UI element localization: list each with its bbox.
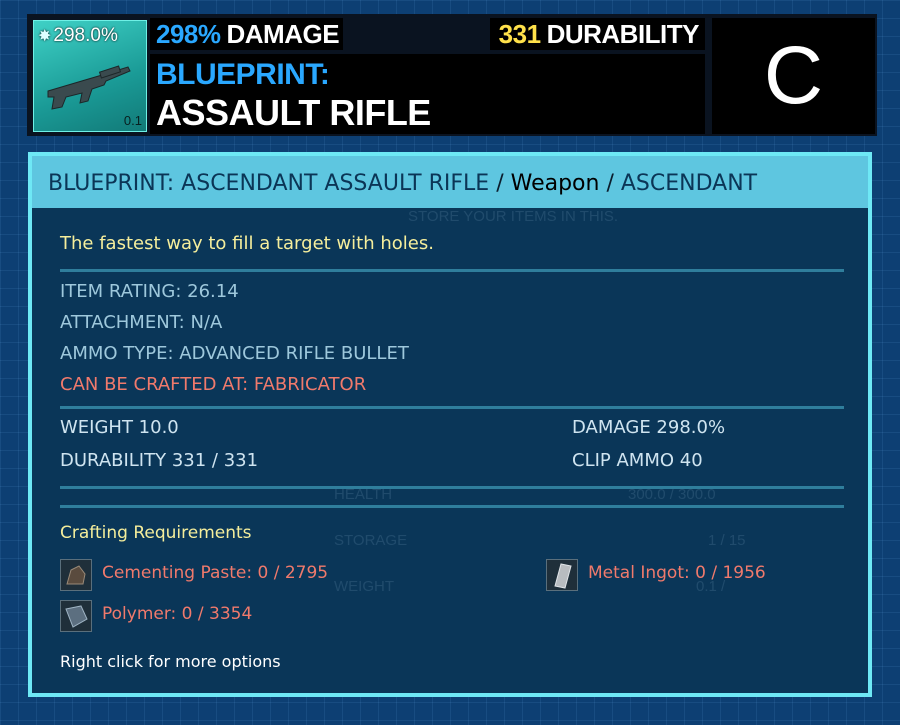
- attachment-stat: ATTACHMENT: N/A: [60, 312, 223, 333]
- item-tooltip-panel: BLUEPRINT: ASCENDANT ASSAULT RIFLE / Wea…: [28, 152, 872, 697]
- requirement-label: Cementing Paste: 0 / 2795: [102, 563, 329, 583]
- divider: [60, 406, 844, 409]
- damage-label: DAMAGE: [226, 19, 340, 49]
- durability-label: DURABILITY: [546, 19, 700, 49]
- cementing-paste-icon: [60, 559, 92, 591]
- requirement-polymer: Polymer: 0 / 3354: [60, 600, 380, 634]
- header-separator: /: [489, 171, 511, 196]
- item-name: ASSAULT RIFLE: [156, 92, 431, 133]
- ghost-storage: STORAGE: [334, 532, 408, 549]
- crafting-requirements-title: Crafting Requirements: [60, 523, 252, 543]
- starburst-icon: ✸: [38, 28, 52, 45]
- item-thumbnail[interactable]: ✸ 298.0% 0.1: [33, 20, 147, 132]
- ghost-store-text: STORE YOUR ITEMS IN THIS.: [408, 208, 619, 225]
- item-title-block: BLUEPRINT: ASSAULT RIFLE: [150, 54, 705, 134]
- panel-header-title: BLUEPRINT: ASCENDANT ASSAULT RIFLE: [48, 171, 490, 196]
- blueprint-label: BLUEPRINT:: [156, 58, 330, 91]
- damage-value: 298%: [156, 19, 221, 49]
- header-separator: /: [599, 171, 621, 196]
- item-quantity: 0.1: [123, 113, 142, 128]
- requirement-cementing-paste: Cementing Paste: 0 / 2795: [60, 559, 380, 593]
- panel-header: BLUEPRINT: ASCENDANT ASSAULT RIFLE / Wea…: [32, 156, 868, 208]
- durability-value: 331: [498, 19, 541, 49]
- damage-badge: ✸ 298.0%: [38, 25, 118, 47]
- item-type: Weapon: [510, 171, 600, 196]
- assault-rifle-icon: [47, 65, 131, 110]
- divider: [60, 486, 844, 489]
- weight-stat: WEIGHT 10.0: [60, 417, 179, 438]
- divider: [60, 505, 844, 508]
- clip-ammo-stat: CLIP AMMO 40: [572, 450, 703, 471]
- item-description: The fastest way to fill a target with ho…: [60, 233, 434, 254]
- quality-grade: C: [712, 18, 875, 134]
- damage-stat: DAMAGE 298.0%: [572, 417, 726, 438]
- polymer-icon: [60, 600, 92, 632]
- requirement-metal-ingot: Metal Ingot: 0 / 1956: [546, 559, 846, 593]
- durability-bar: 331 DURABILITY: [490, 18, 705, 50]
- item-quality-name: ASCENDANT: [620, 171, 758, 196]
- crafted-at-stat: CAN BE CRAFTED AT: FABRICATOR: [60, 374, 367, 395]
- damage-badge-value: 298.0%: [53, 25, 118, 46]
- durability-stat: DURABILITY 331 / 331: [60, 450, 259, 471]
- requirement-label: Metal Ingot: 0 / 1956: [588, 563, 766, 583]
- ghost-storage-value: 1 / 15: [708, 532, 746, 549]
- item-rating: ITEM RATING: 26.14: [60, 281, 239, 302]
- damage-bar: 298% DAMAGE: [150, 18, 343, 50]
- requirement-label: Polymer: 0 / 3354: [102, 604, 253, 624]
- right-click-hint: Right click for more options: [60, 652, 281, 671]
- metal-ingot-icon: [546, 559, 578, 591]
- divider: [60, 269, 844, 272]
- ammo-type-stat: AMMO TYPE: ADVANCED RIFLE BULLET: [60, 343, 409, 364]
